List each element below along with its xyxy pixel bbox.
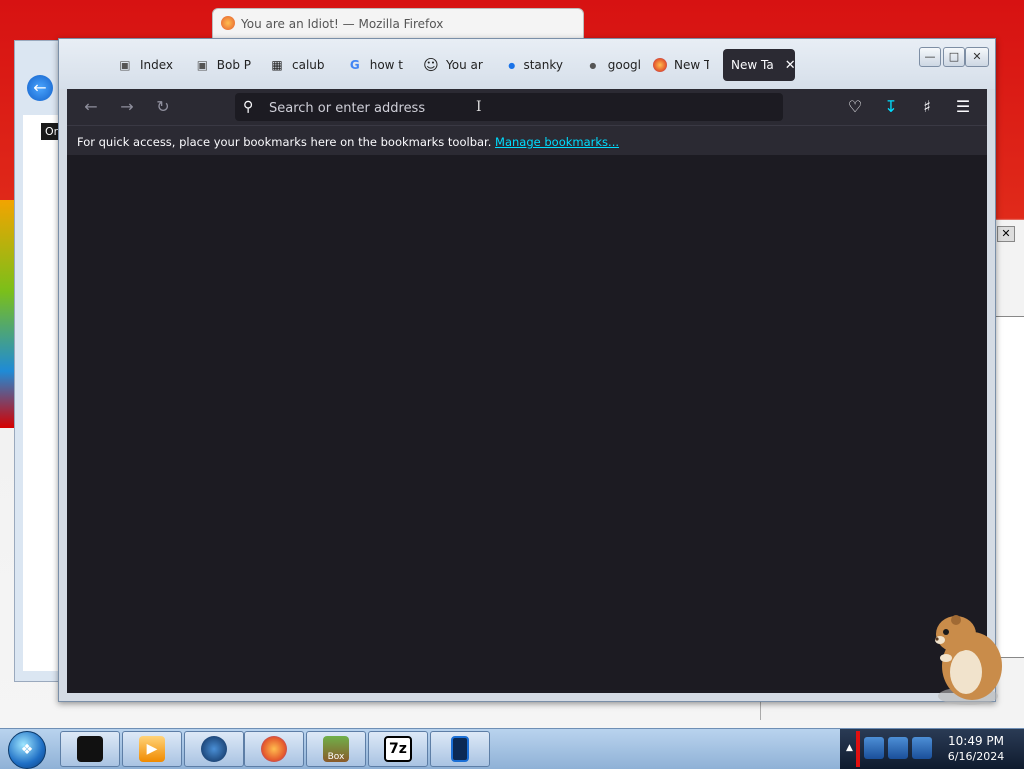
tab-how[interactable]: G how t [347,49,403,81]
minimize-button[interactable]: — [919,47,941,67]
loading-dot-icon: ● [508,60,516,70]
media-player-icon: ▶ [139,736,165,762]
desktop-wallpaper-strip [0,200,14,428]
firefox-icon [221,16,235,30]
tab-calub[interactable]: ▦ calub [269,49,331,81]
taskbar: ❖ ▶ Box 7z ▲ 10:49 PM 6/16/2024 [0,728,1024,769]
tab-stanky[interactable]: ● stanky [507,49,563,81]
google-icon: G [349,58,360,72]
volume-icon[interactable] [912,737,932,759]
tab-google[interactable]: ● googl [585,49,641,81]
firefox-icon [261,736,287,762]
monitor-icon[interactable] [888,737,908,759]
window-title: You are an Idiot! — Mozilla Firefox [241,17,444,31]
page-icon: ▣ [119,58,131,72]
globe-icon [201,736,227,762]
start-button[interactable]: ❖ [8,731,46,769]
taskbar-app-2[interactable]: ▶ [122,731,182,767]
text-cursor-icon: I [476,99,482,115]
clock-date[interactable]: 6/16/2024 [944,750,1008,763]
firefox-icon [653,57,667,73]
tray-icons [864,737,936,761]
tab-label: stanky [523,58,563,72]
taskbar-app-3[interactable] [184,731,244,767]
tab-label: New Ta [731,58,774,72]
black-box-icon [77,736,103,762]
show-hidden-icons-icon[interactable]: ▲ [846,743,853,753]
forward-icon[interactable]: → [117,97,137,117]
taskbar-app-5[interactable]: Box [306,731,366,767]
back-arrow-icon[interactable]: ← [27,75,53,101]
address-input[interactable] [267,97,771,119]
windows-logo-icon: ❖ [20,742,34,758]
manage-bookmarks-link[interactable]: Manage bookmarks... [495,135,619,149]
tab-you-are[interactable]: ☺ You ar [423,49,483,81]
system-tray: ▲ 10:49 PM 6/16/2024 [840,729,1024,769]
close-tab-icon[interactable]: ✕ [785,58,795,73]
tab-index[interactable]: ▣ Index [117,49,173,81]
tab-bob[interactable]: ▣ Bob P [195,49,251,81]
download-icon[interactable]: ↧ [881,97,901,117]
tab-label: New T [674,58,709,72]
tablet-icon [451,736,469,762]
tab-active-new-tab[interactable]: New Ta ✕ [723,49,795,81]
tab-label: You ar [446,58,483,72]
clock-time[interactable]: 10:49 PM [944,734,1008,748]
taskbar-app-4[interactable] [244,731,304,767]
extensions-icon[interactable]: ♯ [917,97,937,117]
tab-label: calub [292,58,325,72]
page-content[interactable] [67,155,987,693]
page-icon: ▣ [196,58,209,72]
tab-strip[interactable]: ▣ Index ▣ Bob P ▦ calub G how t ☺ You ar… [59,39,995,89]
back-icon[interactable]: ← [81,97,101,117]
navigation-toolbar: ← → ↻ ⚲ I ♡ ↧ ♯ ☰ [67,89,987,125]
search-icon: ⚲ [243,99,254,115]
tray-indicator [856,731,860,767]
bookmarks-hint: For quick access, place your bookmarks h… [77,135,492,149]
loading-dot-icon: ● [589,60,597,70]
url-bar[interactable]: ⚲ I [235,93,783,121]
menu-icon[interactable]: ☰ [953,97,973,117]
taskbar-app-1[interactable] [60,731,120,767]
close-icon[interactable]: ✕ [997,226,1015,242]
background-firefox-window[interactable]: You are an Idiot! — Mozilla Firefox [212,8,584,40]
taskbar-app-7[interactable] [430,731,490,767]
building-icon: ▦ [271,58,283,72]
firefox-window[interactable]: ▣ Index ▣ Bob P ▦ calub G how t ☺ You ar… [58,38,996,702]
bonzi-box-icon: Box [323,736,349,762]
tab-label: googl [607,58,641,72]
network-icon[interactable] [864,737,884,759]
pocket-icon[interactable]: ♡ [845,97,865,117]
7zip-icon: 7z [384,736,412,762]
tab-new-tab[interactable]: New T [653,49,709,81]
tab-label: Bob P [216,58,251,72]
tab-label: how t [369,58,403,72]
tab-label: Index [139,58,173,72]
reload-icon[interactable]: ↻ [153,97,173,117]
maximize-button[interactable]: □ [943,47,965,67]
smiley-icon: ☺ [423,56,439,74]
taskbar-app-6[interactable]: 7z [368,731,428,767]
bookmarks-toolbar: For quick access, place your bookmarks h… [67,125,987,156]
close-window-button[interactable]: ✕ [965,47,989,67]
hamster-image[interactable] [926,606,1006,708]
